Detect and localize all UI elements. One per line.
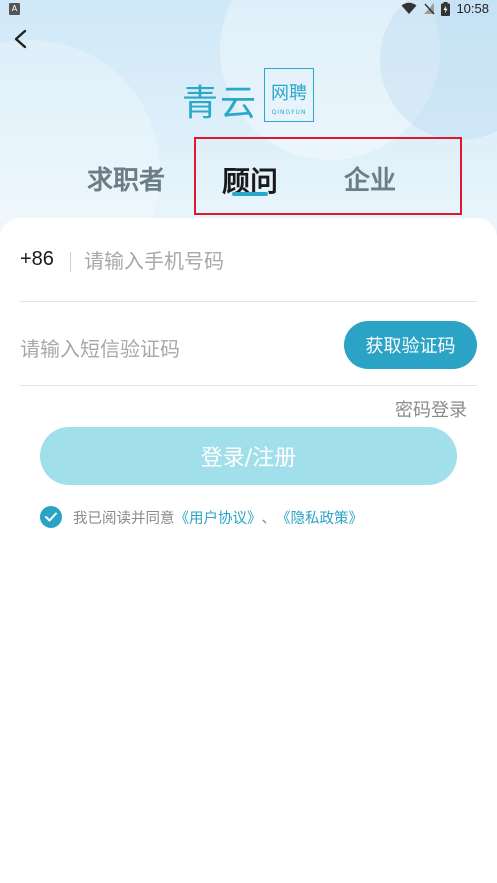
status-time: 10:58 bbox=[456, 1, 489, 16]
logo-box: 网聘 QINGYUN bbox=[264, 68, 315, 122]
battery-icon bbox=[441, 1, 451, 16]
agreement-separator: 、 bbox=[261, 510, 277, 527]
agreement-checkbox[interactable] bbox=[40, 506, 62, 528]
tab-job-seeker[interactable]: 求职者 bbox=[87, 160, 165, 197]
notification-app-icon: A bbox=[9, 3, 20, 15]
agreement-row: 我已阅读并同意 《用户协议》 、 《隐私政策》 bbox=[40, 505, 363, 529]
status-bar: A 10:58 bbox=[0, 0, 497, 20]
phone-input[interactable] bbox=[84, 244, 464, 278]
sms-code-input[interactable] bbox=[20, 332, 320, 366]
logo-box-text: 网聘 bbox=[271, 82, 308, 104]
status-icons: 10:58 bbox=[401, 1, 489, 16]
annotation-highlight-box bbox=[194, 137, 462, 215]
check-icon bbox=[45, 512, 57, 522]
signal-off-icon bbox=[424, 3, 435, 15]
user-agreement-link[interactable]: 《用户协议》 bbox=[175, 507, 262, 528]
login-register-button[interactable]: 登录/注册 bbox=[40, 427, 457, 485]
logo-box-subtext: QINGYUN bbox=[271, 108, 307, 116]
get-code-button[interactable]: 获取验证码 bbox=[344, 321, 477, 369]
code-field-row: 获取验证码 bbox=[20, 320, 477, 386]
wifi-icon bbox=[401, 2, 417, 14]
back-button[interactable] bbox=[8, 26, 34, 52]
country-code[interactable]: +86 bbox=[20, 248, 54, 271]
login-card: +86 获取验证码 密码登录 登录/注册 我已阅读并同意 《用户协议》 、 《隐… bbox=[0, 218, 497, 883]
password-login-link[interactable]: 密码登录 bbox=[395, 396, 467, 422]
agreement-prefix: 我已阅读并同意 bbox=[73, 510, 175, 527]
phone-field-row: +86 bbox=[20, 240, 477, 302]
privacy-policy-link[interactable]: 《隐私政策》 bbox=[276, 507, 363, 528]
chevron-left-icon bbox=[14, 29, 27, 49]
logo-main-text: 青云 bbox=[182, 83, 259, 124]
divider bbox=[70, 252, 71, 272]
app-logo: 青云 网聘 QINGYUN bbox=[182, 68, 315, 128]
